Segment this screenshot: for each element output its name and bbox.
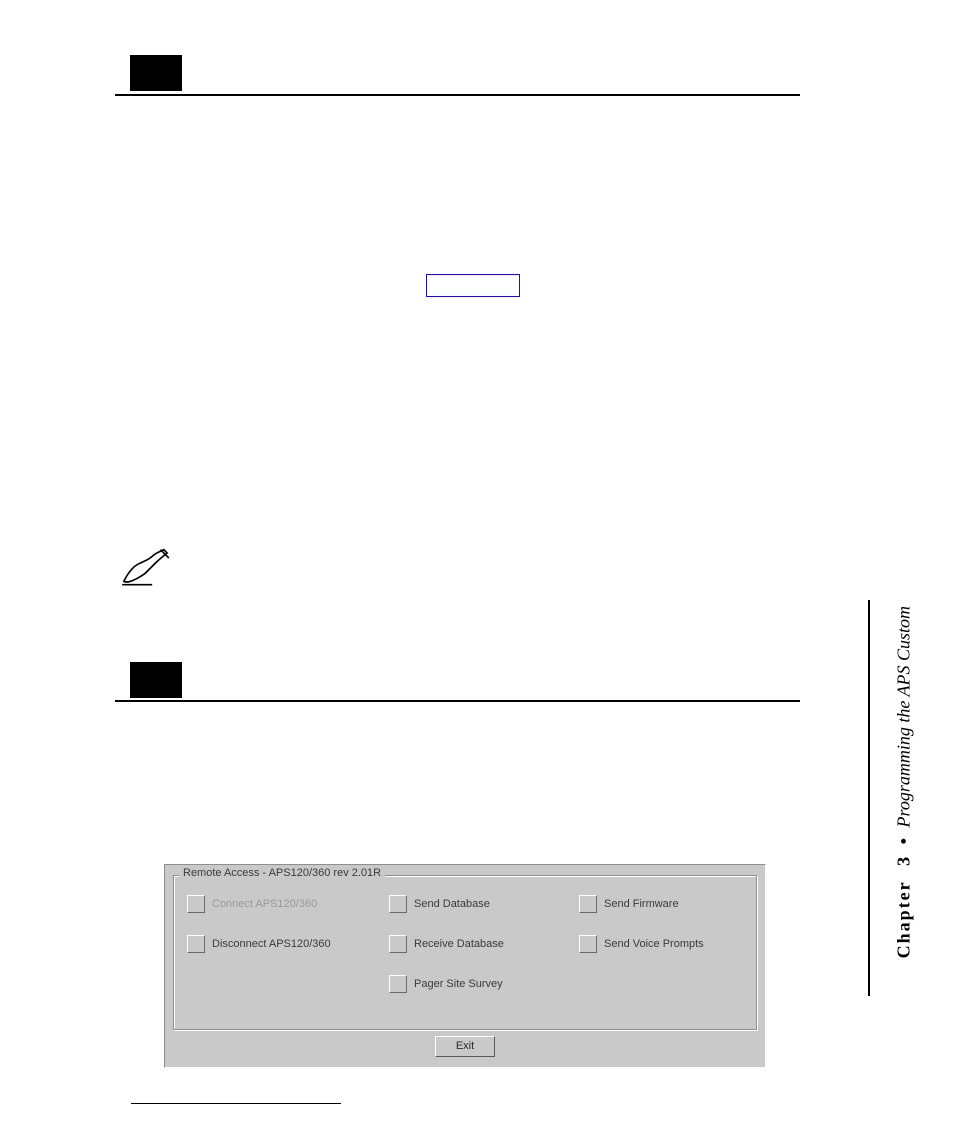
side-divider — [868, 600, 870, 996]
groupbox-title: Remote Access - APS120/360 rev 2.01R — [179, 867, 385, 879]
button-icon — [187, 935, 205, 953]
chapter-word: Chapter — [893, 880, 913, 958]
chapter-title: Programming the APS Custom — [893, 606, 913, 828]
send-voice-prompts-label: Send Voice Prompts — [604, 938, 704, 950]
connect-button: Connect APS120/360 — [187, 895, 317, 913]
cross-reference-link[interactable] — [426, 274, 520, 297]
disconnect-label: Disconnect APS120/360 — [212, 938, 331, 950]
button-icon — [187, 895, 205, 913]
receive-database-label: Receive Database — [414, 938, 504, 950]
note-writing-hand-icon — [118, 548, 173, 588]
section-marker-mid — [130, 662, 182, 698]
figure-caption-rule — [131, 1103, 341, 1104]
running-side-title: Chapter 3 • Programming the APS Custom — [893, 606, 914, 958]
section-marker-top — [130, 55, 182, 91]
section-rule-mid — [115, 700, 800, 702]
button-icon — [579, 895, 597, 913]
bullet-icon: • — [893, 832, 913, 850]
button-icon — [389, 935, 407, 953]
connect-label: Connect APS120/360 — [212, 898, 317, 910]
send-database-button[interactable]: Send Database — [389, 895, 490, 913]
button-icon — [579, 935, 597, 953]
send-firmware-button[interactable]: Send Firmware — [579, 895, 679, 913]
section-rule-top — [115, 94, 800, 96]
button-icon — [389, 975, 407, 993]
pager-site-survey-label: Pager Site Survey — [414, 978, 503, 990]
receive-database-button[interactable]: Receive Database — [389, 935, 504, 953]
send-firmware-label: Send Firmware — [604, 898, 679, 910]
chapter-number: 3 — [893, 855, 913, 876]
send-database-label: Send Database — [414, 898, 490, 910]
exit-button[interactable]: Exit — [435, 1036, 495, 1057]
remote-access-dialog: Remote Access - APS120/360 rev 2.01R Con… — [164, 864, 766, 1068]
send-voice-prompts-button[interactable]: Send Voice Prompts — [579, 935, 704, 953]
disconnect-button[interactable]: Disconnect APS120/360 — [187, 935, 331, 953]
button-icon — [389, 895, 407, 913]
pager-site-survey-button[interactable]: Pager Site Survey — [389, 975, 503, 993]
